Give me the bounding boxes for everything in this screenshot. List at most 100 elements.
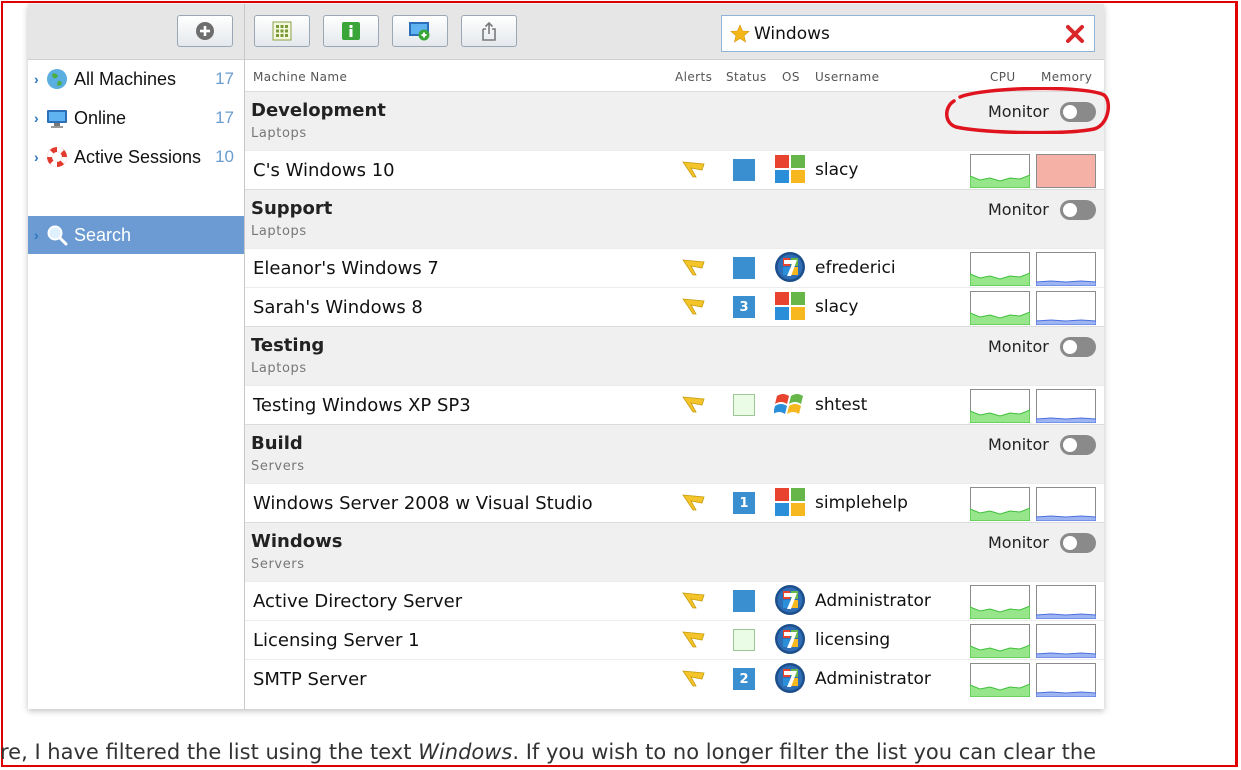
cpu-sparkline [969, 585, 1031, 620]
info-button[interactable] [323, 15, 379, 47]
status-badge [733, 257, 755, 279]
group-header[interactable]: Windows Servers Monitor [245, 522, 1104, 581]
username: slacy [815, 297, 859, 317]
lifebuoy-icon [47, 147, 67, 167]
cpu-sparkline [969, 291, 1031, 326]
sidebar-item-count: 17 [215, 108, 234, 127]
monitor-label: Monitor [988, 337, 1049, 356]
group-name: Windows [251, 531, 343, 552]
machine-name: Eleanor's Windows 7 [253, 258, 439, 279]
column-header-memory[interactable]: Memory [1041, 70, 1092, 84]
group-type: Servers [251, 557, 305, 572]
windowsxp-logo-icon [773, 388, 806, 420]
monitor-toggle[interactable] [1060, 102, 1096, 122]
machine-row[interactable]: Active Directory Server Administrator [245, 581, 1104, 621]
cpu-sparkline [969, 624, 1031, 659]
machine-row[interactable]: Windows Server 2008 w Visual Studio 1 simp… [245, 483, 1104, 523]
group-header[interactable]: Support Laptops Monitor [245, 189, 1104, 248]
machine-row[interactable]: SMTP Server 2 Administrator [245, 659, 1104, 699]
memory-sparkline [1035, 252, 1097, 287]
sidebar-item-all-machines[interactable]: › All Machines 17 [28, 63, 244, 95]
sidebar-item-label: Online [74, 107, 127, 128]
status-badge: 1 [733, 492, 755, 514]
alert-flag-icon[interactable] [682, 591, 706, 609]
add-screen-button[interactable] [392, 15, 448, 47]
cpu-sparkline [969, 487, 1031, 522]
machine-name: Active Directory Server [253, 591, 463, 612]
sidebar-item-online[interactable]: › Online 17 [28, 102, 244, 134]
monitor-toggle[interactable] [1060, 435, 1096, 455]
memory-sparkline [1035, 585, 1097, 620]
machine-row[interactable]: Eleanor's Windows 7 efrederici [245, 248, 1104, 288]
sidebar-item-label: All Machines [74, 68, 177, 89]
column-header-machine-name[interactable]: Machine Name [253, 70, 347, 84]
globe-icon [47, 69, 67, 89]
sidebar-item-search[interactable]: › Search [28, 216, 244, 254]
app-window: › All Machines 17 › Online 17 › Active S… [28, 4, 1104, 709]
filter-box [721, 15, 1095, 52]
column-header-username[interactable]: Username [815, 70, 879, 84]
machine-row[interactable]: Testing Windows XP SP3 shtest [245, 385, 1104, 425]
username: licensing [815, 630, 891, 650]
username: efrederici [815, 258, 896, 278]
memory-sparkline [1035, 389, 1097, 424]
clear-x-icon[interactable] [1065, 24, 1085, 44]
cpu-sparkline [969, 154, 1031, 189]
group-name: Build [251, 433, 303, 454]
alert-flag-icon[interactable] [682, 630, 706, 648]
username: Administrator [815, 591, 931, 611]
alert-flag-icon[interactable] [682, 160, 706, 178]
group-name: Testing [251, 335, 325, 356]
star-icon [730, 23, 750, 43]
group-type: Laptops [251, 126, 307, 141]
add-screen-icon [409, 22, 430, 41]
add-button[interactable] [177, 15, 233, 47]
alert-flag-icon[interactable] [682, 297, 706, 315]
chevron-right-icon: › [34, 71, 39, 87]
status-badge [733, 590, 755, 612]
memory-sparkline [1035, 663, 1097, 698]
status-badge [733, 159, 755, 181]
monitor-toggle[interactable] [1060, 337, 1096, 357]
column-header-cpu[interactable]: CPU [990, 70, 1016, 84]
memory-sparkline [1035, 487, 1097, 522]
group-header[interactable]: Build Servers Monitor [245, 424, 1104, 483]
sidebar: › All Machines 17 › Online 17 › Active S… [28, 4, 245, 709]
monitor-toggle[interactable] [1060, 533, 1096, 553]
machine-row[interactable]: Licensing Server 1 licensing [245, 620, 1104, 660]
alert-flag-icon[interactable] [682, 258, 706, 276]
monitor-icon [47, 110, 67, 128]
sidebar-item-active-sessions[interactable]: › Active Sessions 10 [28, 141, 244, 173]
alert-flag-icon[interactable] [682, 493, 706, 511]
search-icon [47, 225, 68, 246]
status-badge [733, 629, 755, 651]
column-header-row: Machine Name Alerts Status OS Username C… [245, 66, 1104, 90]
monitor-label: Monitor [988, 533, 1049, 552]
group-type: Laptops [251, 224, 307, 239]
column-header-status[interactable]: Status [726, 70, 767, 84]
monitor-toggle[interactable] [1060, 200, 1096, 220]
sidebar-item-count: 17 [215, 69, 234, 88]
column-header-alerts[interactable]: Alerts [675, 70, 712, 84]
alert-flag-icon[interactable] [682, 395, 706, 413]
caption-after: . If you wish to no longer filter the li… [512, 740, 1097, 764]
windows10-logo-icon [774, 153, 806, 185]
memory-sparkline [1035, 291, 1097, 326]
grid-view-button[interactable] [254, 15, 310, 47]
username: slacy [815, 160, 859, 180]
share-button[interactable] [461, 15, 517, 47]
machine-row[interactable]: C's Windows 10 slacy [245, 150, 1104, 190]
group-header[interactable]: Testing Laptops Monitor [245, 326, 1104, 385]
monitor-label: Monitor [988, 200, 1049, 219]
column-header-os[interactable]: OS [782, 70, 800, 84]
alert-flag-icon[interactable] [682, 669, 706, 687]
sidebar-item-count: 10 [215, 147, 234, 166]
windows7-logo-icon [774, 662, 806, 694]
machine-row[interactable]: Sarah's Windows 8 3 slacy [245, 287, 1104, 327]
windows10-logo-icon [774, 486, 806, 518]
group-header[interactable]: Development Laptops Monitor [245, 91, 1104, 150]
filter-input[interactable] [754, 23, 1054, 44]
windows7-logo-icon [774, 251, 806, 283]
chevron-right-icon: › [34, 110, 39, 126]
windows10-logo-icon [774, 290, 806, 322]
